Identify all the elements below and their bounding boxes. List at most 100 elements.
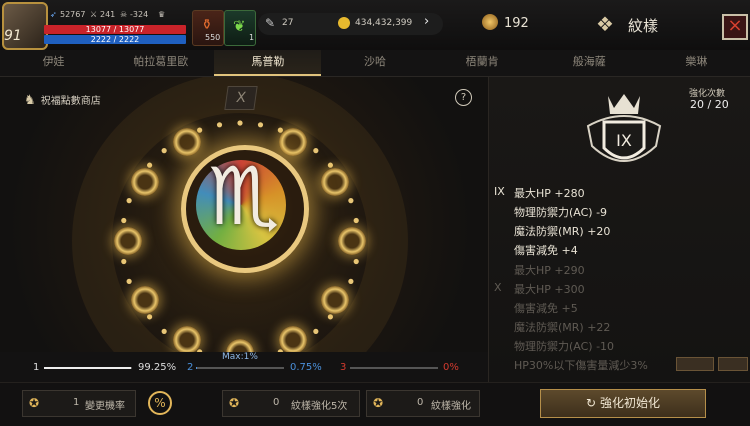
stat-line: 傷害減免 +4 (514, 244, 578, 257)
crest-rank: IX (616, 131, 632, 150)
ring-dot (327, 314, 333, 320)
attack-icon: ➶ (50, 10, 57, 19)
slot2-number: 2 (187, 362, 194, 373)
slot3-percent: 0% (443, 362, 459, 373)
ring-dot (348, 198, 354, 204)
reset-label: 強化初始化 (599, 396, 660, 410)
slot3-number: 3 (340, 362, 347, 373)
enhance-count-value: 20 / 20 (690, 98, 729, 111)
ring-dot (353, 258, 359, 265)
percent-icon[interactable]: % (148, 391, 172, 415)
hp-text: 13077 / 13077 (85, 25, 145, 34)
rank-badge: X (224, 86, 258, 110)
stat-tier: IX (494, 185, 505, 198)
emblem-icon: ❖ (596, 12, 614, 36)
enhance-count: 0 (417, 397, 424, 408)
blessing-icon-3: ✪ (373, 396, 384, 410)
emblem-node[interactable] (278, 325, 307, 354)
enhance-button[interactable]: ✪ 0 紋樣強化 (366, 390, 480, 417)
ring-dot (197, 127, 203, 133)
tab-pagrio[interactable]: 帕拉葛里歐 (107, 50, 214, 76)
tab-bar: 伊娃 帕拉葛里歐 馬普勒 沙哈 梧蘭肯 般海薩 樂琳 (0, 50, 750, 77)
tab-sayha[interactable]: 樂琳 (643, 50, 750, 76)
ring-dot (313, 148, 319, 154)
slot1-fill (44, 367, 132, 369)
change-rate-label: 變更機率 (85, 401, 125, 412)
blessing-icon-2: ✪ (229, 396, 240, 410)
emblem-node[interactable] (320, 167, 349, 196)
character-level: 91 (4, 28, 22, 44)
enhance-label: 紋樣強化 (431, 401, 471, 412)
stat-a-value: 52767 (60, 10, 86, 19)
close-button[interactable]: × (722, 14, 748, 40)
medal-count: 192 (504, 16, 529, 31)
refresh-icon: ↻ (586, 396, 597, 410)
slot1-track (44, 367, 132, 369)
tab-einhasad[interactable]: 般海薩 (536, 50, 643, 76)
stat-line: 傷害減免 +5 (514, 302, 578, 315)
mp-text: 2222 / 2222 (90, 35, 140, 44)
stat-line: 物理防禦力(AC) -9 (514, 206, 608, 219)
emblem-node[interactable] (131, 167, 160, 196)
ring-dot (121, 258, 127, 265)
stat-c-value: -324 (130, 10, 149, 19)
ring-dot (313, 328, 319, 334)
gold-coin-icon (338, 17, 350, 29)
ring-dot (216, 122, 223, 128)
enhance-5x-label: 紋樣強化5次 (291, 401, 348, 412)
slot1-number: 1 (33, 362, 40, 373)
stat-line: 物理防禦力(AC) -10 (514, 340, 615, 353)
ring-dot (126, 278, 132, 284)
medal-icon (482, 14, 498, 30)
slot2-fill (196, 367, 197, 369)
stat-line: 最大HP +290 (514, 264, 585, 277)
ring-dot (327, 162, 333, 168)
stat-tier: X (494, 281, 502, 294)
max-label: Max:1% (222, 352, 258, 362)
potion-icon: ⚱ (201, 17, 213, 33)
stat-line: 魔法防禦(MR) +20 (514, 225, 611, 238)
blessing-icon: ✪ (29, 396, 40, 410)
emblem-node[interactable] (278, 128, 307, 157)
herb-slot[interactable]: ❦ 1 (224, 10, 256, 46)
potion-count: 550 (205, 33, 221, 42)
reset-enhance-button[interactable]: ↻ 強化初始化 (540, 389, 706, 418)
herb-count: 1 (249, 33, 255, 42)
slot1-percent: 99.25% (138, 362, 177, 373)
tab-shahar[interactable]: 沙哈 (321, 50, 428, 76)
ring-dot (161, 148, 167, 154)
tab-gran-kain[interactable]: 梧蘭肯 (429, 50, 536, 76)
leaf-icon: ❦ (233, 17, 246, 35)
gold-count: 434,432,399 (355, 18, 413, 28)
stat-line: 最大HP +300 (514, 283, 585, 296)
side-option-button-2[interactable] (718, 357, 748, 371)
ring-dot (121, 217, 127, 224)
ring-dot (237, 120, 243, 126)
ring-dot (257, 122, 264, 128)
ring-dot (348, 278, 354, 284)
change-rate-button[interactable]: ✪ 1 變更機率 (22, 390, 136, 417)
stat-line: HP30%以下傷害量減少3% (514, 359, 648, 372)
slot2-percent: 0.75% (290, 362, 322, 373)
enhance-5x-count: 0 (273, 397, 280, 408)
tab-eva[interactable]: 伊娃 (0, 50, 107, 76)
rank-badge-text: X (235, 90, 247, 106)
stat-line: 最大HP +280 (514, 187, 585, 200)
ring-dot (147, 314, 153, 320)
rank-crest: IX (586, 94, 662, 162)
skull-icon: ☠ (120, 10, 128, 19)
close-icon: × (727, 15, 743, 36)
emblem-node[interactable] (114, 227, 142, 255)
enhance-5x-button[interactable]: ✪ 0 紋樣強化5次 (222, 390, 360, 417)
tab-maphr[interactable]: 馬普勒 (214, 50, 322, 76)
feather-icon: ✎ (265, 16, 276, 30)
emblem-node[interactable] (338, 227, 366, 255)
crown-icon (608, 94, 640, 114)
slot2-track (196, 367, 284, 369)
side-option-button[interactable] (676, 357, 714, 371)
chevron-right-icon[interactable]: › (424, 14, 429, 29)
feather-count: 27 (282, 18, 294, 28)
potion-slot[interactable]: ⚱ 550 (192, 10, 224, 46)
page-title: 紋樣 (628, 17, 659, 35)
slot3-track (350, 367, 438, 369)
